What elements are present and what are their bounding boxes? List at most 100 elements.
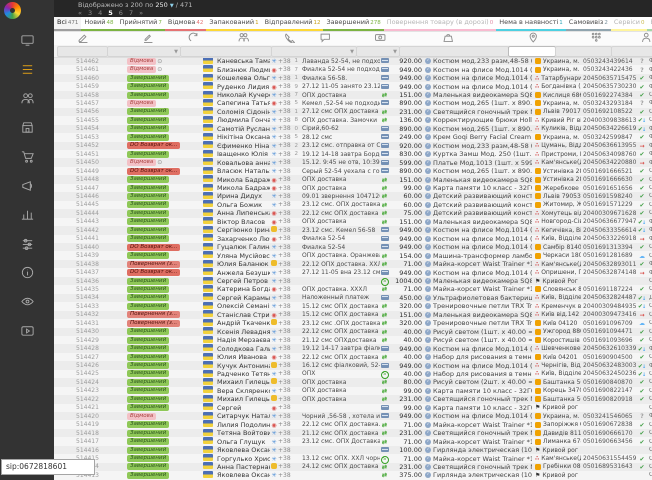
pager-last-icon[interactable]: » [139, 9, 143, 17]
pager-page[interactable]: 4 [98, 9, 102, 17]
phone-number[interactable]: +38 [278, 244, 291, 251]
filter-select-8[interactable] [611, 46, 652, 57]
shown-range-value[interactable]: 250 [155, 1, 167, 9]
tracking-number[interactable]: 0503242599847 [583, 134, 637, 141]
tracking-number[interactable]: 0503243293184 [583, 100, 637, 107]
phone-number[interactable]: +38 [278, 286, 291, 293]
table-row[interactable]: 514429ЗавершенийНадія Мерзаєва✳+3821.12 … [54, 336, 652, 344]
table-row[interactable]: 514416ЗавершенийЯковлева Оксана✳+38100.0… [54, 446, 652, 454]
sidebar-item-store[interactable] [0, 113, 54, 142]
table-row[interactable]: 514447ЗавершенийМикола Бадражан◉+38ОПХ д… [54, 184, 652, 192]
tracking-number[interactable]: 0501690904500 [583, 354, 637, 361]
filter-select-4[interactable]: ▼ [356, 46, 400, 57]
table-row[interactable]: 514415ЗавершенийГоргулько Христина...✳+3… [54, 454, 652, 462]
tracking-number[interactable]: 0501691666630 [583, 176, 637, 183]
filter-select-0[interactable] [57, 46, 108, 57]
tracking-number[interactable]: 20450633226918 [583, 235, 637, 242]
filter-select-2[interactable] [180, 46, 272, 57]
tab-Прийнятий[interactable]: Прийнятий7 [117, 17, 165, 31]
phone-number[interactable]: +38 [278, 294, 291, 301]
column-people-icon[interactable] [238, 32, 249, 45]
sip-call-box[interactable]: sip:0672818601 [1, 459, 95, 475]
tracking-number[interactable]: 20450632450236 [583, 370, 637, 377]
tracking-number[interactable]: 20450632824487 [583, 294, 637, 301]
tracking-number[interactable]: 20450632874148 [583, 269, 637, 276]
phone-number[interactable]: +38 [278, 421, 291, 428]
table-row[interactable]: 514417ЗавершенийОльга Глущук✳+3823.12 см… [54, 437, 652, 445]
tab-Самовивіз[interactable]: Самовивіз2 [566, 17, 611, 31]
table-row[interactable]: 514459ЗавершенийРуденко Лидия Пав...◉+38… [54, 82, 652, 90]
tracking-number[interactable]: 20400309671628 [583, 210, 637, 217]
phone-number[interactable]: +38 [278, 66, 291, 73]
table-row[interactable]: 514448ЗавершенийМикола Бадражан◉+38ОПХ д… [54, 175, 652, 183]
tab-Всі[interactable]: Всі471 [54, 17, 81, 31]
column-edit-lines-icon[interactable] [143, 32, 154, 45]
column-refresh-icon[interactable] [188, 32, 199, 45]
column-pencil-lines-icon[interactable] [78, 32, 89, 45]
phone-number[interactable]: +38 [278, 252, 291, 259]
table-row[interactable]: 514413ЗавершенийЯковлева Оксана✳+38⇄375.… [54, 471, 652, 479]
column-chat-icon[interactable] [320, 32, 331, 45]
table-row[interactable]: 514432Повернення (з...Станіслав Стрижак◉… [54, 311, 652, 319]
phone-number[interactable]: +38 [278, 396, 291, 403]
tracking-number[interactable]: 0501691651656 [583, 185, 637, 192]
table-row[interactable]: 514451ЗавершенийІващенко Юлія✳+38219.12 … [54, 150, 652, 158]
filter-select-1[interactable]: ▼ [107, 46, 181, 57]
tracking-number[interactable]: 20450634226619 [583, 125, 637, 132]
sidebar-item-monitor[interactable] [0, 26, 54, 55]
pager-page[interactable]: 5 [108, 9, 113, 17]
phone-number[interactable]: +38 [278, 117, 291, 124]
tracking-number[interactable]: 0501691094471 [583, 328, 637, 335]
table-row[interactable]: 514422ЗавершенийМихаил Гилецький+38ОПХ д… [54, 395, 652, 403]
phone-number[interactable]: +38 [278, 83, 291, 90]
phone-number[interactable]: +38 [278, 362, 291, 369]
phone-number[interactable]: +38 [278, 379, 291, 386]
tracking-number[interactable]: 20400309838613 [583, 117, 637, 124]
table-row[interactable]: 514445ЗавершенийОльга Божик✳+3823.12 смс… [54, 201, 652, 209]
tracking-number[interactable]: 20450636677947 [583, 218, 637, 225]
phone-number[interactable]: +38 [278, 387, 291, 394]
column-money-icon[interactable] [375, 32, 386, 45]
table-row[interactable]: 514420ВідмоваСитарчук Наталія Гр...✳+38Ч… [54, 412, 652, 420]
sidebar-item-sliders[interactable] [0, 229, 54, 258]
chevron-down-icon[interactable]: ▼ [170, 3, 174, 9]
table-row[interactable]: 514425ЗавершенийРадченко Тетяна✳+38ОПХS4… [54, 370, 652, 378]
tracking-number[interactable]: 0501690840870 [583, 379, 637, 386]
tracking-number[interactable]: 20450634220880 [583, 159, 637, 166]
sidebar-item-cart[interactable] [0, 142, 54, 171]
sidebar-item-video[interactable] [0, 316, 54, 345]
column-phone-icon[interactable] [284, 32, 295, 45]
table-row[interactable]: 514455ЗавершенийЛюдмила Гончарова✳+388ОП… [54, 116, 652, 124]
table-row[interactable]: 514462Відмова⊙Каневська Тамара ...✳+381Л… [54, 57, 652, 65]
phone-number[interactable]: +38 [278, 100, 291, 107]
phone-number[interactable]: +38 [278, 438, 291, 445]
phone-number[interactable]: +38 [278, 159, 291, 166]
tracking-number[interactable]: 0501691598240 [583, 193, 637, 200]
table-row[interactable]: 514446ЗавершенийИрина Дидух✳+3809.01 зве… [54, 192, 652, 200]
tracking-number[interactable]: 0501690820918 [583, 396, 637, 403]
tracking-number[interactable]: 20450636613955 [583, 142, 637, 149]
phone-number[interactable]: +38 [278, 278, 291, 285]
table-row[interactable]: 514427ЗавершенийЮлия Иванова◉+3822.12 см… [54, 353, 652, 361]
tab-Новий[interactable]: Новий48 [81, 17, 116, 31]
table-row[interactable]: 514449DO Возврат ок...Власюк Наталья✳+38… [54, 167, 652, 175]
app-logo-icon[interactable] [4, 2, 21, 19]
table-row[interactable]: 514440DO Возврат ок...Гуцалюк Галина✳+38… [54, 243, 652, 251]
tracking-number[interactable]: 20450632483003 [583, 362, 637, 369]
phone-number[interactable]: +38 [278, 193, 291, 200]
phone-number[interactable]: +38 [278, 185, 291, 192]
sidebar-item-eye[interactable] [0, 287, 54, 316]
table-row[interactable]: 514424ЗавершенийМихаил Гилецький+38ОПХ д… [54, 378, 652, 386]
table-row[interactable]: 514454ЗавершенийСамотій Руслана Во...✳+3… [54, 125, 652, 133]
tracking-number[interactable]: 0501691187224 [583, 286, 637, 293]
tab-Нема в наявності[interactable]: Нема в наявності1 [496, 17, 566, 31]
table-row[interactable]: 514453ЗавершенийНікітіна Оксана Дми...✳+… [54, 133, 652, 141]
table-row[interactable]: 514426ЗавершенийКучук Антонина+3816.12 с… [54, 361, 652, 369]
table-row[interactable]: 514442ЗавершенийСергіюнко Ірина Ми...+38… [54, 226, 652, 234]
phone-number[interactable]: +38 [278, 269, 291, 276]
phone-number[interactable]: +38 [278, 472, 291, 479]
tab-Повернення товару (в дорозі)[interactable]: Повернення товару (в дорозі)0 [384, 17, 496, 31]
column-pin-icon[interactable] [528, 32, 539, 45]
tracking-number[interactable]: 20400309473416 [583, 311, 637, 318]
tracking-number[interactable]: 0501690663456 [583, 438, 637, 445]
